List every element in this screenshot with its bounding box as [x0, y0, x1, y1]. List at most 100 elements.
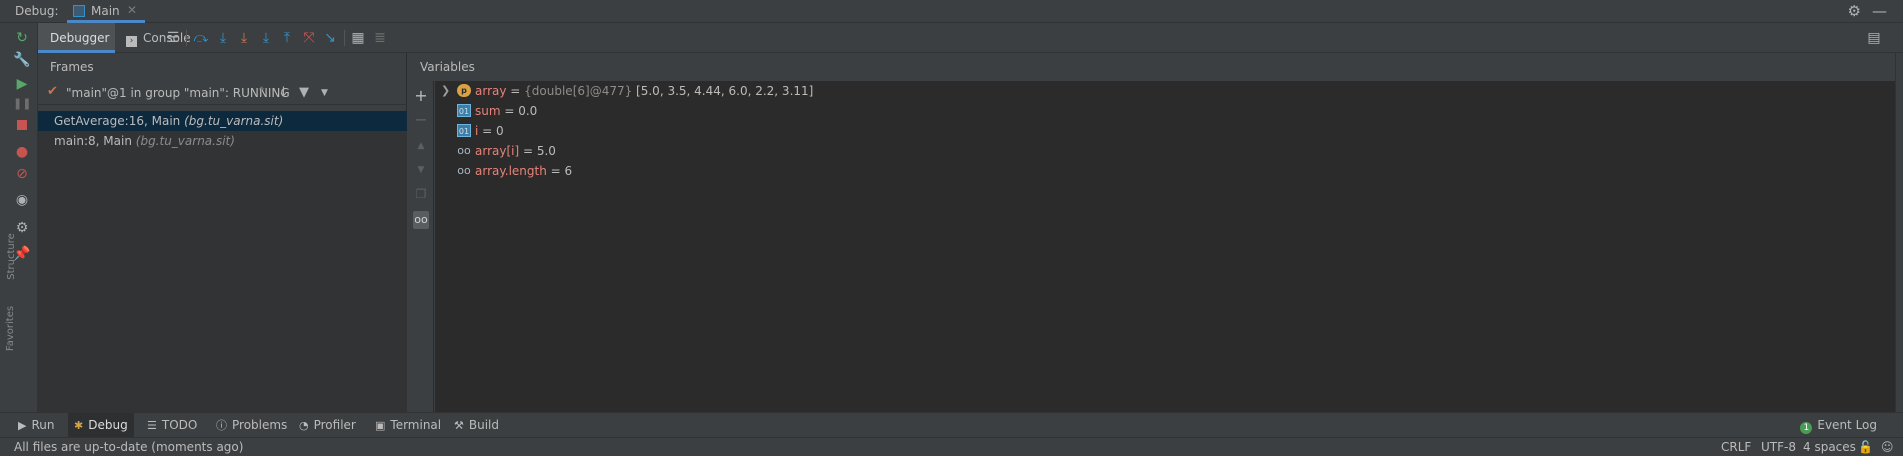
variable-equals: =	[519, 144, 537, 158]
tab-debugger[interactable]: Debugger	[38, 23, 115, 53]
frame-item-getaverage[interactable]: GetAverage:16, Main (bg.tu_varna.sit)	[38, 111, 407, 131]
bug-icon: ✱	[74, 419, 84, 432]
frame-package: (bg.tu_varna.sit)	[135, 134, 235, 148]
frame-item-main[interactable]: main:8, Main (bg.tu_varna.sit)	[38, 131, 407, 151]
step-over-icon[interactable]: ⤓	[214, 30, 232, 46]
arrow-down-icon[interactable]: ↓	[278, 85, 289, 100]
tab-terminal[interactable]: ▣ Terminal	[369, 413, 447, 438]
variables-header: Variables	[420, 60, 475, 74]
tab-problems[interactable]: ⓘ Problems	[210, 413, 293, 438]
filter-icon[interactable]: ▼	[299, 85, 309, 100]
chevron-right-icon[interactable]: ❯	[441, 81, 450, 101]
evaluate-expression-icon[interactable]: ▦	[349, 30, 367, 46]
hammer-icon: ⚒	[454, 419, 464, 432]
lock-icon[interactable]: 🔓	[1858, 440, 1873, 454]
rerun-icon[interactable]: ↻	[13, 29, 31, 47]
variable-text: array.length = 6	[475, 161, 572, 181]
variable-value: [5.0, 3.5, 4.44, 6.0, 2.2, 3.11]	[632, 84, 814, 98]
step-out-icon[interactable]: ⤒	[278, 30, 296, 46]
tab-profiler-label: Profiler	[313, 418, 356, 432]
remove-watch-icon[interactable]: −	[413, 111, 429, 129]
tab-problems-label: Problems	[232, 418, 288, 432]
step-into-mine-icon[interactable]: ⤓	[257, 30, 275, 46]
menu-icon[interactable]: ☰	[164, 30, 182, 46]
variable-name: array	[475, 84, 507, 98]
favorites-side-tab[interactable]: Favorites	[5, 306, 16, 351]
frames-list: GetAverage:16, Main (bg.tu_varna.sit) ma…	[38, 111, 407, 412]
add-watch-icon[interactable]: +	[413, 87, 429, 105]
terminal-icon: ▣	[375, 419, 386, 432]
parameter-icon: p	[457, 84, 471, 97]
camera-icon[interactable]: ◉	[13, 191, 31, 209]
variables-side-toolbar: + − ▲ ▼ ❐ oo	[408, 81, 434, 412]
show-execution-point-icon[interactable]: ⤼	[192, 30, 210, 46]
layout-settings-icon[interactable]: ▤	[1865, 30, 1883, 46]
chevron-down-icon[interactable]: ▼	[321, 88, 328, 98]
event-log-button[interactable]: 1 Event Log	[1800, 413, 1877, 438]
frame-package: (bg.tu_varna.sit)	[184, 114, 284, 128]
variable-equals: =	[478, 124, 497, 138]
view-breakpoints-icon[interactable]: ●	[13, 143, 31, 161]
list-icon: ☰	[147, 419, 157, 432]
console-icon: ›	[126, 36, 137, 47]
wrench-icon[interactable]: 🔧	[13, 51, 31, 69]
tab-todo-label: TODO	[161, 418, 198, 432]
frame-method: main:8, Main	[54, 134, 132, 148]
tab-todo[interactable]: ☰ TODO	[141, 413, 203, 438]
variable-name: array[i]	[475, 144, 520, 158]
tab-run-label: Run	[31, 418, 55, 432]
status-bar: All files are up-to-date (moments ago) C…	[0, 437, 1903, 456]
variable-text: sum = 0.0	[475, 101, 537, 121]
tool-window-bar: ▶ Run ✱ Debug ☰ TODO ⓘ Problems ◔ Profiler ▣ T…	[0, 412, 1903, 438]
variable-equals: =	[506, 84, 525, 98]
variable-equals: =	[546, 164, 565, 178]
trace-icon[interactable]: ≣	[371, 30, 389, 46]
thread-selector[interactable]: ✔ "main"@1 in group "main": RUNNING ↑ ↓ …	[38, 81, 407, 105]
event-log-label: Event Log	[1817, 418, 1877, 432]
frames-header: Frames	[50, 60, 94, 74]
variable-value: 6	[564, 164, 573, 178]
move-up-icon[interactable]: ▲	[413, 137, 429, 155]
status-message: All files are up-to-date (moments ago)	[14, 440, 244, 454]
tab-main[interactable]: Main ✕	[67, 0, 145, 23]
encoding-widget[interactable]: UTF-8	[1761, 440, 1796, 454]
tab-build[interactable]: ⚒ Build	[448, 413, 505, 438]
debug-actions-strip: ↻ 🔧 ▶ ❚❚ ● ⊘ ◉ ⚙ 📌 Structure Favorites	[0, 23, 38, 412]
move-down-icon[interactable]: ▼	[413, 161, 429, 179]
tab-run[interactable]: ▶ Run	[12, 413, 60, 438]
close-icon[interactable]: ✕	[127, 3, 137, 17]
vertical-scrollbar[interactable]	[1895, 53, 1903, 412]
minimize-icon[interactable]: —	[1872, 2, 1887, 20]
checkmark-icon: ✔	[47, 84, 58, 99]
info-icon: ⓘ	[216, 419, 227, 432]
tab-profiler[interactable]: ◔ Profiler	[293, 413, 362, 438]
inspector-icon[interactable]: ☺	[1881, 440, 1894, 454]
tab-build-label: Build	[468, 418, 499, 432]
play-icon: ▶	[18, 419, 27, 432]
variable-equals: =	[500, 104, 519, 118]
arrow-up-icon[interactable]: ↑	[256, 85, 267, 100]
event-log-count-badge: 1	[1800, 422, 1813, 434]
variable-value: 0	[496, 124, 504, 138]
line-separator-widget[interactable]: CRLF	[1721, 440, 1751, 454]
frames-panel: Frames ✔ "main"@1 in group "main": RUNNI…	[38, 53, 407, 412]
drop-frame-icon[interactable]: ⤧	[300, 30, 318, 46]
duplicate-icon[interactable]: ❐	[413, 185, 429, 203]
step-into-icon[interactable]: ⤓	[235, 30, 253, 46]
toolbar-divider	[344, 30, 345, 46]
watches-glasses-icon[interactable]: oo	[413, 211, 429, 229]
resume-icon[interactable]: ▶	[13, 75, 31, 93]
variable-value: 5.0	[536, 144, 556, 158]
tab-debug[interactable]: ✱ Debug	[68, 413, 134, 438]
debug-titlebar: Debug: Main ✕ ⚙ —	[0, 0, 1903, 23]
run-to-cursor-icon[interactable]: ↘	[321, 30, 339, 46]
variable-text: i = 0	[475, 121, 504, 141]
profiler-icon: ◔	[299, 419, 309, 432]
pause-icon[interactable]: ❚❚	[13, 95, 31, 113]
mute-breakpoints-icon[interactable]: ⊘	[13, 165, 31, 183]
indent-widget[interactable]: 4 spaces	[1803, 440, 1856, 454]
stop-icon[interactable]	[13, 117, 31, 135]
tab-debug-label: Debug	[88, 418, 128, 432]
structure-side-tab[interactable]: Structure	[6, 233, 17, 280]
gear-icon[interactable]: ⚙	[1848, 2, 1861, 20]
